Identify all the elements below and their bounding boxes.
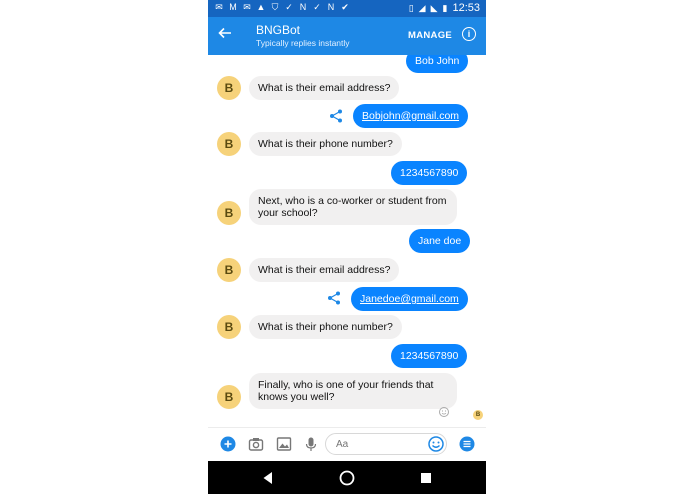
system-icons: ▯ ◢ ◣ ▮ 12:53 bbox=[409, 2, 480, 14]
reaction-icon[interactable] bbox=[438, 406, 450, 418]
message-outgoing[interactable]: Bob John bbox=[406, 55, 469, 73]
bot-avatar[interactable]: B bbox=[217, 76, 241, 100]
seen-indicator-avatar: B bbox=[473, 410, 483, 420]
message-incoming[interactable]: What is their phone number? bbox=[249, 315, 402, 339]
message-incoming[interactable]: Finally, who is one of your friends that… bbox=[249, 373, 457, 409]
message-outgoing-link[interactable]: Bobjohn@gmail.com bbox=[353, 104, 469, 128]
recents-nav-icon[interactable] bbox=[418, 470, 434, 486]
info-icon[interactable]: i bbox=[462, 27, 476, 41]
chat-subtitle: Typically replies instantly bbox=[256, 38, 350, 48]
notification-icons: ✉ M ✉ ▲ ⛉ ✓ N ✓ N ✔ bbox=[214, 2, 350, 13]
gmail-icon: M bbox=[229, 2, 237, 12]
status-time: 12:53 bbox=[452, 2, 480, 14]
message-outgoing[interactable]: 1234567890 bbox=[391, 161, 468, 185]
app-icon: ▲ bbox=[256, 2, 266, 12]
composer-bar bbox=[208, 427, 486, 462]
bot-avatar[interactable]: B bbox=[217, 315, 241, 339]
battery-icon: ▮ bbox=[442, 2, 448, 13]
menu-icon[interactable] bbox=[459, 436, 475, 452]
n-icon: N bbox=[299, 2, 307, 12]
status-bar: ✉ M ✉ ▲ ⛉ ✓ N ✓ N ✔ ▯ ◢ ◣ ▮ 12:53 bbox=[208, 0, 486, 17]
message-outgoing-link[interactable]: Janedoe@gmail.com bbox=[351, 287, 468, 311]
n-icon: N bbox=[327, 2, 335, 12]
signal-icon: ◣ bbox=[430, 2, 438, 13]
message-incoming[interactable]: What is their email address? bbox=[249, 76, 400, 100]
gallery-icon[interactable] bbox=[276, 436, 292, 452]
chat-title: BNGBot bbox=[256, 23, 301, 37]
shield-icon: ⛉ bbox=[271, 2, 279, 12]
message-incoming[interactable]: What is their email address? bbox=[249, 258, 400, 282]
mail-icon: ✉ bbox=[215, 2, 223, 12]
bot-avatar[interactable]: B bbox=[217, 258, 241, 282]
android-nav-bar bbox=[208, 461, 486, 494]
check-icon: ✓ bbox=[313, 2, 321, 12]
wifi-icon: ◢ bbox=[418, 2, 426, 13]
camera-icon[interactable] bbox=[248, 436, 264, 452]
share-icon[interactable] bbox=[327, 291, 341, 305]
message-incoming[interactable]: Next, who is a co-worker or student from… bbox=[249, 189, 457, 225]
emoji-icon[interactable] bbox=[428, 436, 444, 452]
microphone-icon[interactable] bbox=[303, 436, 319, 452]
share-icon[interactable] bbox=[329, 109, 343, 123]
bot-avatar[interactable]: B bbox=[217, 132, 241, 156]
plus-icon[interactable] bbox=[220, 436, 236, 452]
message-outgoing[interactable]: Jane doe bbox=[409, 229, 471, 253]
back-nav-icon[interactable] bbox=[260, 470, 276, 486]
manage-button[interactable]: MANAGE bbox=[408, 30, 452, 41]
app-bar: BNGBot Typically replies instantly MANAG… bbox=[208, 17, 486, 55]
message-outgoing[interactable]: 1234567890 bbox=[391, 344, 468, 368]
check-icon: ✓ bbox=[285, 2, 293, 12]
bot-avatar[interactable]: B bbox=[217, 201, 241, 225]
phone-screen: ✉ M ✉ ▲ ⛉ ✓ N ✓ N ✔ ▯ ◢ ◣ ▮ 12:53 BNGBot… bbox=[208, 0, 486, 494]
message-incoming[interactable]: What is their phone number? bbox=[249, 132, 402, 156]
check-mark-icon: ✔ bbox=[341, 2, 349, 12]
bot-avatar[interactable]: B bbox=[217, 385, 241, 409]
message-list[interactable]: Bob John B What is their email address? … bbox=[208, 55, 486, 427]
home-nav-icon[interactable] bbox=[339, 470, 355, 486]
mail-icon: ✉ bbox=[243, 2, 251, 12]
vibrate-icon: ▯ bbox=[408, 2, 414, 13]
back-arrow-icon[interactable] bbox=[218, 26, 232, 44]
